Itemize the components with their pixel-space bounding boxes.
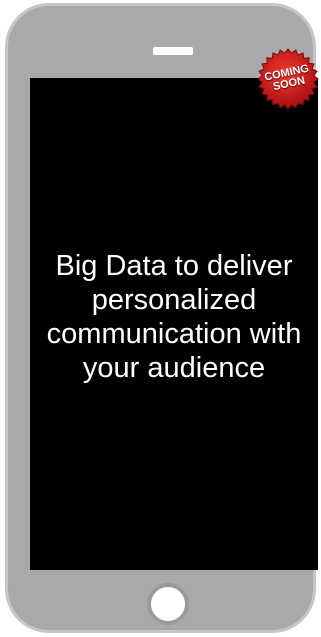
coming-soon-badge: COMING SOON — [257, 48, 319, 110]
headline-text: Big Data to deliver personalized communi… — [46, 250, 302, 384]
home-button-icon — [147, 583, 189, 625]
phone-screen: Big Data to deliver personalized communi… — [30, 78, 318, 570]
speaker-slot-icon — [153, 47, 193, 55]
badge-label: COMING SOON — [251, 42, 321, 116]
